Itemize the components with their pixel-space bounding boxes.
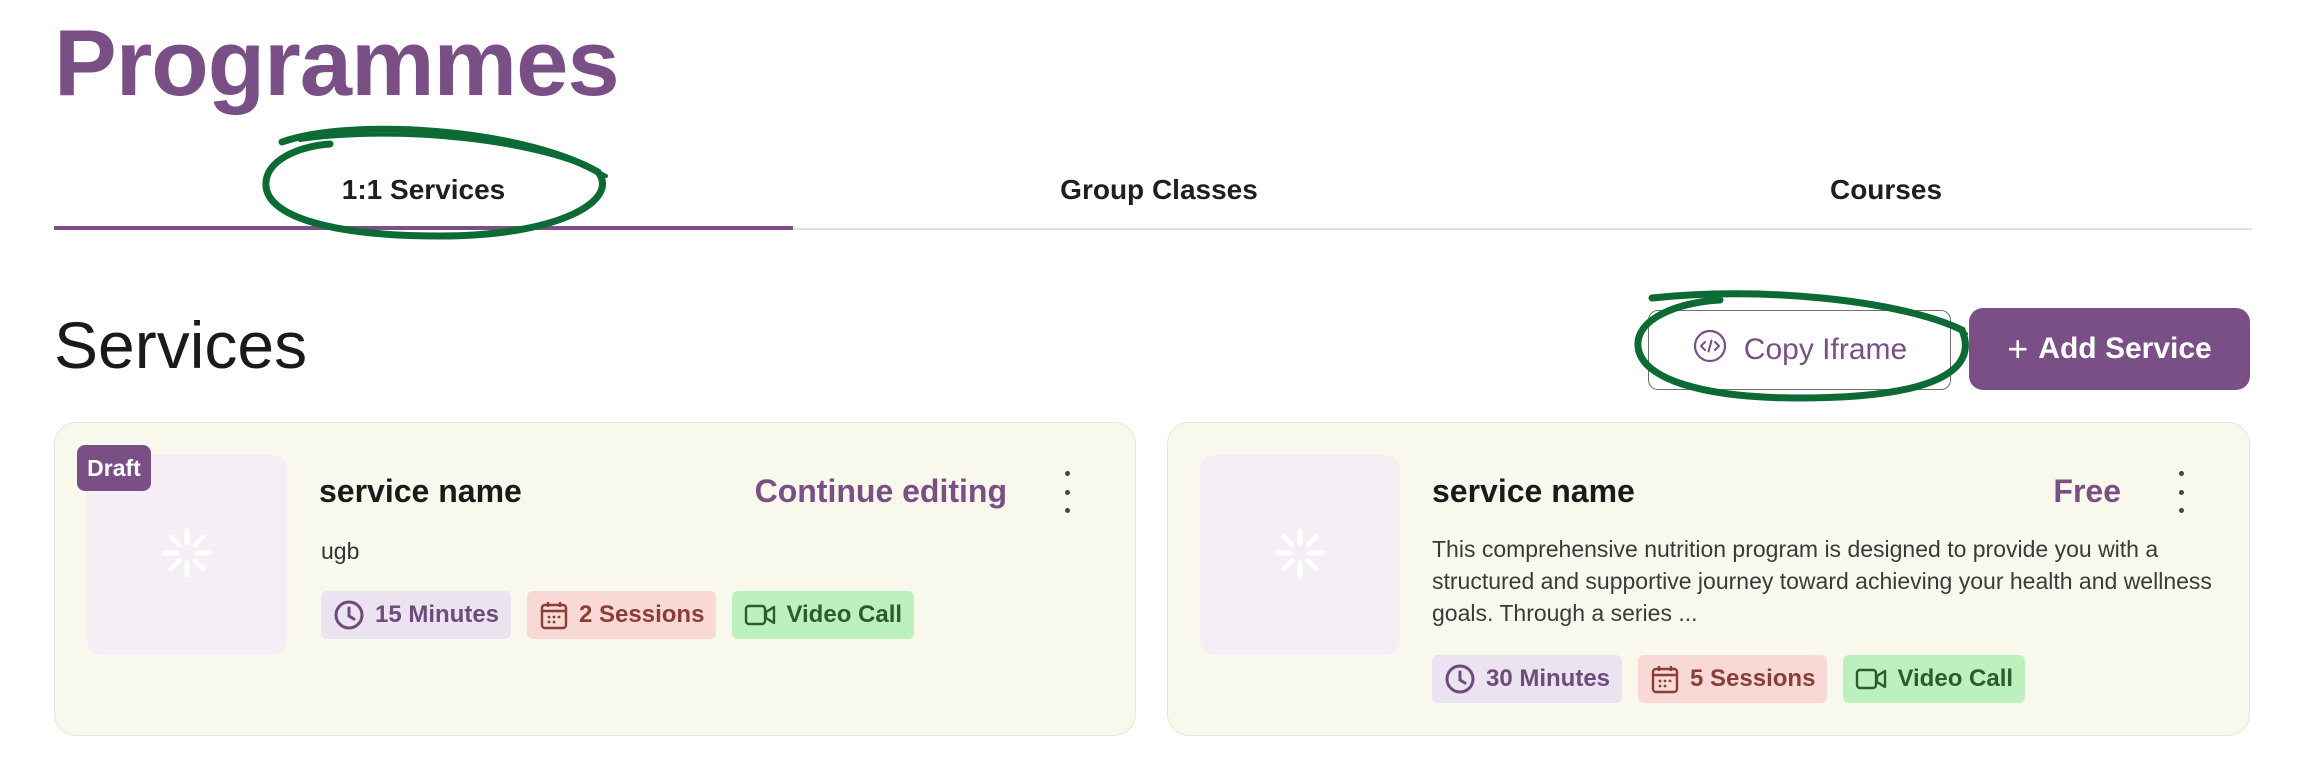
service-name: service name (319, 473, 522, 509)
copy-iframe-button[interactable]: Copy Iframe (1648, 310, 1951, 390)
duration-text: 15 Minutes (375, 601, 500, 628)
code-icon (1692, 328, 1728, 372)
service-thumbnail (1200, 455, 1400, 655)
service-chips: 30 Minutes 5 Sessions Video Call (1432, 655, 2026, 703)
service-name: service name (1432, 473, 1635, 509)
video-call-text: Video Call (1897, 665, 2014, 692)
service-description: This comprehensive nutrition program is … (1432, 536, 2212, 626)
continue-editing-link[interactable]: Continue editing (755, 473, 1007, 510)
draft-badge: Draft (77, 445, 151, 491)
duration-chip: 30 Minutes (1432, 655, 1623, 703)
clock-icon (1444, 663, 1476, 695)
price-label: Free (2053, 473, 2121, 509)
service-card[interactable]: service name Free This comprehensive nut… (1167, 422, 2250, 736)
tab-courses[interactable]: Courses (1520, 150, 2252, 230)
add-service-button[interactable]: + Add Service (1969, 308, 2250, 390)
duration-text: 30 Minutes (1486, 665, 1611, 692)
video-camera-icon (1855, 666, 1887, 692)
sessions-text: 5 Sessions (1690, 665, 1816, 692)
programme-tabs: 1:1 Services Group Classes Courses (54, 150, 2252, 230)
sparkle-placeholder-icon (1273, 526, 1327, 585)
tab-group-classes[interactable]: Group Classes (793, 150, 1525, 230)
add-service-label: Add Service (2038, 332, 2212, 365)
sessions-chip: 2 Sessions (527, 591, 717, 639)
calendar-icon (539, 599, 569, 631)
copy-iframe-label: Copy Iframe (1743, 333, 1908, 366)
clock-icon (333, 599, 365, 631)
kebab-menu-icon[interactable] (1057, 471, 1077, 513)
sessions-text: 2 Sessions (579, 601, 705, 628)
sparkle-placeholder-icon (160, 526, 214, 585)
video-call-chip: Video Call (732, 591, 915, 639)
page-title: Programmes (54, 10, 620, 115)
plus-icon: + (2007, 328, 2029, 369)
video-call-chip: Video Call (1843, 655, 2026, 703)
calendar-icon (1650, 663, 1680, 695)
service-card[interactable]: Draft service name Continue editing ugb … (54, 422, 1136, 736)
video-call-text: Video Call (786, 601, 903, 628)
tab-1-1-services[interactable]: 1:1 Services (54, 150, 793, 230)
service-chips: 15 Minutes 2 Sessions Video Call (321, 591, 915, 639)
kebab-menu-icon[interactable] (2171, 471, 2191, 513)
video-camera-icon (744, 602, 776, 628)
service-description: ugb (321, 538, 360, 564)
section-title: Services (54, 308, 308, 382)
sessions-chip: 5 Sessions (1638, 655, 1828, 703)
duration-chip: 15 Minutes (321, 591, 512, 639)
